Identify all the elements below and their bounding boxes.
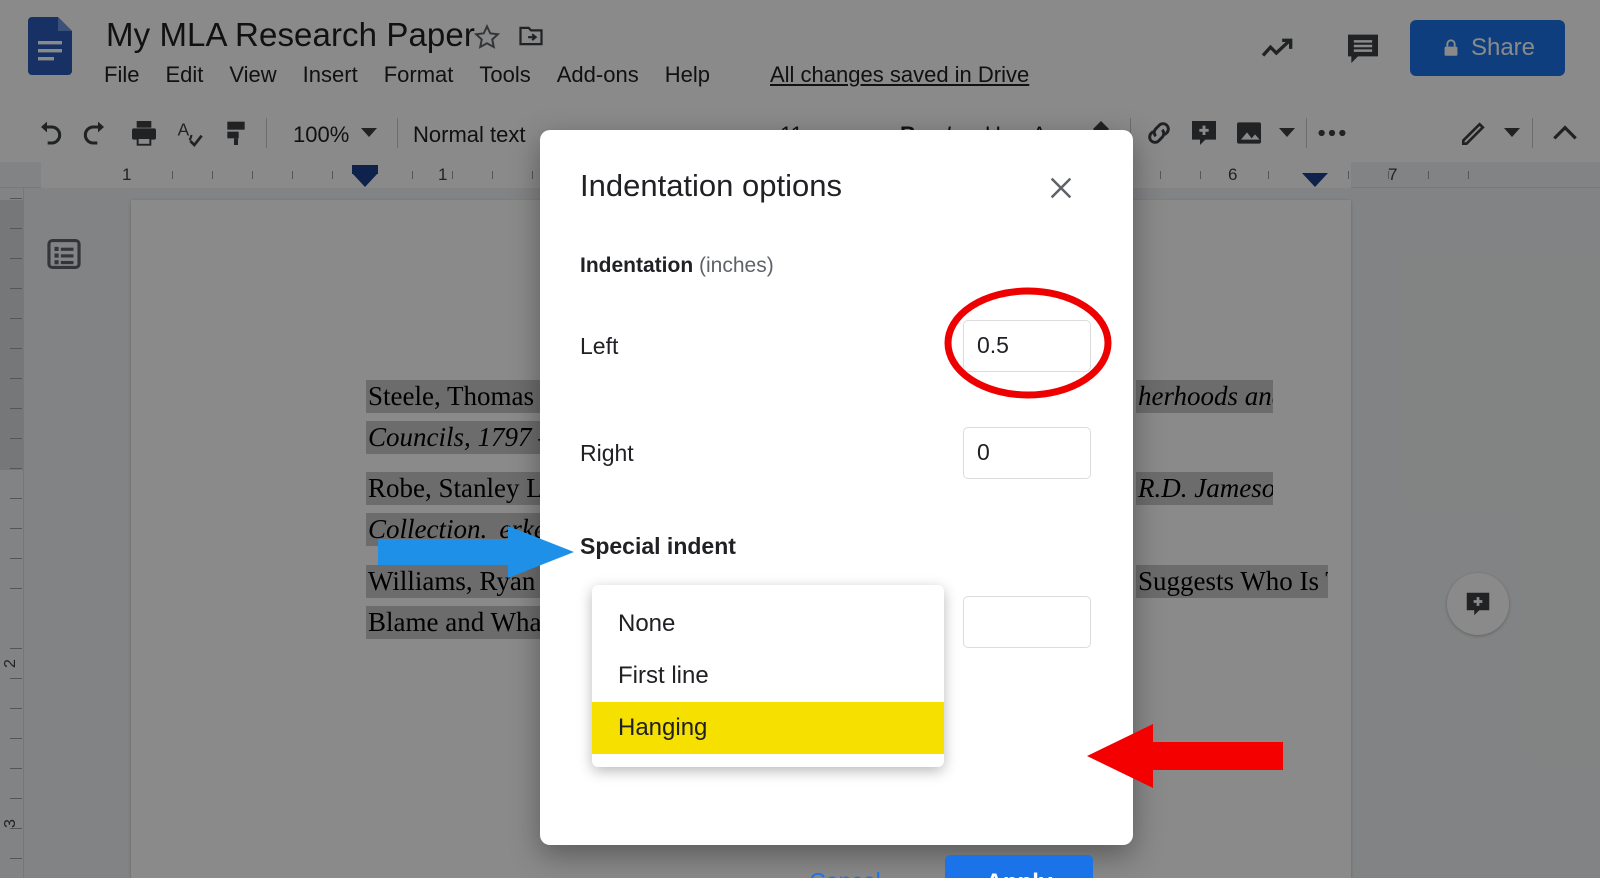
menu-item-edit[interactable]: Edit (165, 62, 203, 88)
vruler-number-2: 3 (2, 819, 19, 828)
add-comment-fab[interactable] (1447, 573, 1509, 635)
doc-line: R.D. Jameson (1136, 472, 1273, 505)
ruler-number-3: 6 (1228, 165, 1238, 184)
document-title[interactable]: My MLA Research Paper (106, 16, 475, 54)
move-to-folder-icon[interactable] (517, 22, 545, 50)
activity-dashboard-icon[interactable] (1258, 28, 1298, 68)
right-indent-value: 0 (977, 439, 990, 465)
doc-line: Williams, Ryan an (366, 565, 551, 598)
dialog-title: Indentation options (580, 168, 842, 203)
special-indent-dropdown[interactable]: None First line Hanging (592, 585, 944, 767)
document-outline-icon[interactable] (45, 235, 83, 273)
paragraph-style-selector[interactable]: Normal text (413, 122, 525, 148)
vruler-number: 2 (2, 659, 19, 668)
ruler-number: 1 (122, 165, 132, 184)
doc-line: Robe, Stanley L., (366, 472, 551, 505)
insert-link-icon[interactable] (1143, 117, 1175, 149)
lock-icon (1444, 39, 1458, 56)
redo-icon[interactable] (80, 117, 112, 149)
spelling-check-icon[interactable]: A (175, 117, 207, 149)
undo-icon[interactable] (33, 117, 65, 149)
right-indent-value-field[interactable]: 0 (963, 427, 1091, 479)
doc-line: Suggests Who Is To (1136, 565, 1328, 598)
ruler-number-4: 7 (1388, 165, 1398, 184)
doc-line: Collection. erkel (366, 513, 551, 546)
menu-item-file[interactable]: File (104, 62, 139, 88)
dropdown-option-first-line[interactable]: First line (592, 650, 944, 702)
menu-item-help[interactable]: Help (665, 62, 710, 88)
google-docs-icon[interactable] (28, 17, 72, 75)
toolbar-divider (266, 118, 267, 148)
comment-history-icon[interactable] (1343, 28, 1383, 68)
star-icon[interactable] (472, 22, 502, 52)
chevron-down-icon-2[interactable] (1279, 128, 1295, 137)
add-comment-icon[interactable] (1188, 117, 1220, 149)
app-header: My MLA Research Paper File Edit View Ins… (0, 0, 1600, 104)
indentation-section-label: Indentation (inches) (580, 254, 774, 278)
left-indent-label: Left (580, 333, 619, 359)
share-button[interactable]: Share (1410, 20, 1565, 76)
chevron-down-icon[interactable] (361, 128, 377, 137)
toolbar-divider-5 (1532, 118, 1533, 148)
first-line-indent-marker[interactable] (352, 173, 378, 187)
doc-line: herhoods and (1136, 380, 1273, 413)
ruler-number-2: 1 (438, 165, 448, 184)
menu-item-format[interactable]: Format (384, 62, 454, 88)
toolbar-divider-2 (397, 118, 398, 148)
insert-image-icon[interactable] (1233, 117, 1265, 149)
doc-line: Blame and What W (366, 606, 551, 639)
cancel-button[interactable]: Cancel (765, 855, 925, 878)
left-indent-value-field[interactable]: 0.5 (963, 320, 1091, 372)
menu-item-insert[interactable]: Insert (303, 62, 358, 88)
toolbar-divider-4 (1306, 118, 1307, 148)
save-status-link[interactable]: All changes saved in Drive (770, 62, 1029, 88)
special-indent-value-field[interactable] (963, 596, 1091, 648)
special-indent-label: Special indent (580, 533, 736, 559)
paint-format-icon[interactable] (222, 117, 254, 149)
print-icon[interactable] (128, 117, 160, 149)
menu-bar: File Edit View Insert Format Tools Add-o… (104, 62, 710, 88)
svg-text:A: A (178, 120, 190, 140)
vertical-ruler[interactable]: 2 3 (0, 188, 24, 878)
menu-item-view[interactable]: View (229, 62, 276, 88)
right-indent-marker[interactable] (1302, 173, 1328, 187)
close-icon[interactable] (1045, 172, 1077, 204)
hide-menus-chevron-icon[interactable] (1549, 117, 1581, 149)
more-options-icon[interactable] (1310, 117, 1354, 149)
chevron-down-icon-3[interactable] (1504, 128, 1520, 137)
dropdown-option-none[interactable]: None (592, 598, 944, 650)
share-button-label: Share (1470, 34, 1536, 61)
doc-line: Steele, Thomas J., (366, 380, 551, 413)
indentation-label-unit: (inches) (699, 254, 774, 277)
dropdown-option-hanging[interactable]: Hanging (592, 702, 944, 754)
zoom-level[interactable]: 100% (293, 122, 349, 148)
menu-item-tools[interactable]: Tools (479, 62, 530, 88)
doc-line: Councils, 1797 – (366, 421, 551, 454)
menu-item-addons[interactable]: Add-ons (557, 62, 639, 88)
left-indent-value: 0.5 (977, 332, 1009, 358)
screen-root: My MLA Research Paper File Edit View Ins… (0, 0, 1600, 878)
add-comment-icon (1466, 592, 1490, 616)
apply-button[interactable]: Apply (945, 855, 1093, 878)
indentation-label-bold: Indentation (580, 254, 694, 277)
editing-mode-pencil-icon[interactable] (1458, 117, 1490, 149)
right-indent-label: Right (580, 440, 634, 466)
